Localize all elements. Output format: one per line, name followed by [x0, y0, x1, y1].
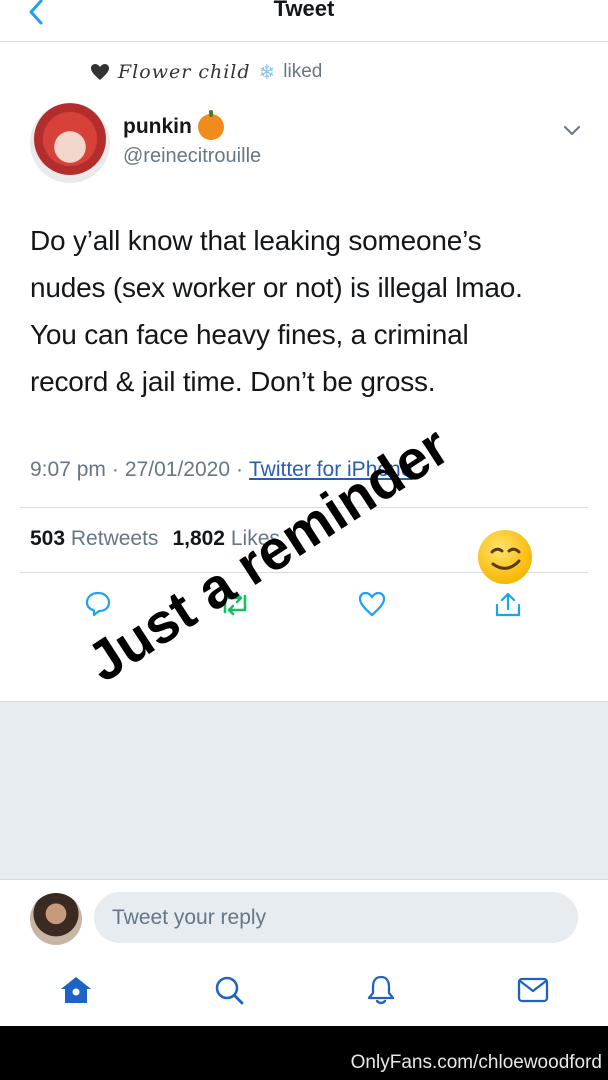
- tweet-text-line: nudes (sex worker or not) is illegal lma…: [30, 272, 523, 303]
- tweet-text-line: record & jail time. Don’t be gross.: [30, 366, 436, 397]
- tweet-date: 27/01/2020: [124, 458, 230, 481]
- tab-messages[interactable]: [516, 973, 550, 1007]
- messages-icon: [517, 977, 549, 1003]
- tab-notifications[interactable]: [364, 973, 398, 1007]
- meta-separator: ·: [236, 458, 243, 481]
- share-button[interactable]: [492, 588, 524, 620]
- notifications-icon: [367, 975, 395, 1005]
- tweet-text-line: Do y’all know that leaking someone’s: [30, 225, 482, 256]
- reply-input[interactable]: Tweet your reply: [94, 892, 578, 943]
- tweet-text: Do y’all know that leaking someone’s nud…: [30, 217, 590, 405]
- tweet-time: 9:07 pm: [30, 458, 106, 481]
- like-icon: [358, 591, 386, 617]
- meta-separator: ·: [111, 458, 119, 481]
- user-avatar[interactable]: [30, 893, 82, 945]
- pumpkin-icon: [197, 110, 224, 140]
- smirking-face-emoji: [478, 530, 532, 584]
- reply-icon: [85, 591, 111, 617]
- sticker-text: Just a reminder: [75, 413, 460, 694]
- tweet-menu-button[interactable]: [560, 118, 584, 142]
- snowflake-icon: ❄: [258, 61, 276, 84]
- heart-icon: [91, 64, 109, 80]
- tab-home[interactable]: [59, 973, 93, 1007]
- author-handle[interactable]: @reinecitrouille: [123, 145, 261, 168]
- chevron-down-icon: [564, 126, 580, 135]
- watermark-text: OnlyFans.com/chloewoodford: [350, 1052, 602, 1073]
- liker-name[interactable]: Flower child: [118, 61, 251, 83]
- tweet-screen: Tweet Flower child ❄ liked punkin @reine…: [0, 0, 608, 1026]
- home-icon: [61, 977, 91, 1003]
- retweets-stat[interactable]: 503 Retweets: [30, 527, 158, 551]
- reply-button[interactable]: [82, 588, 114, 620]
- search-icon: [215, 976, 244, 1005]
- liked-label: liked: [283, 61, 323, 82]
- tweet-text-line: You can face heavy fines, a criminal: [30, 319, 469, 350]
- page-title: Tweet: [273, 0, 335, 21]
- empty-replies-area: [0, 701, 608, 879]
- top-navigation-bar: Tweet: [0, 0, 608, 42]
- author-name: punkin: [123, 115, 192, 138]
- retweets-count: 503: [30, 527, 66, 550]
- retweets-label: Retweets: [70, 527, 159, 550]
- social-context: Flower child ❄ liked: [90, 58, 322, 86]
- tab-search[interactable]: [212, 973, 246, 1007]
- smirking-face-icon: [490, 547, 521, 570]
- author-name-row[interactable]: punkin: [123, 110, 224, 140]
- like-button[interactable]: [356, 588, 388, 620]
- author-avatar[interactable]: [30, 103, 110, 183]
- share-icon: [495, 592, 521, 617]
